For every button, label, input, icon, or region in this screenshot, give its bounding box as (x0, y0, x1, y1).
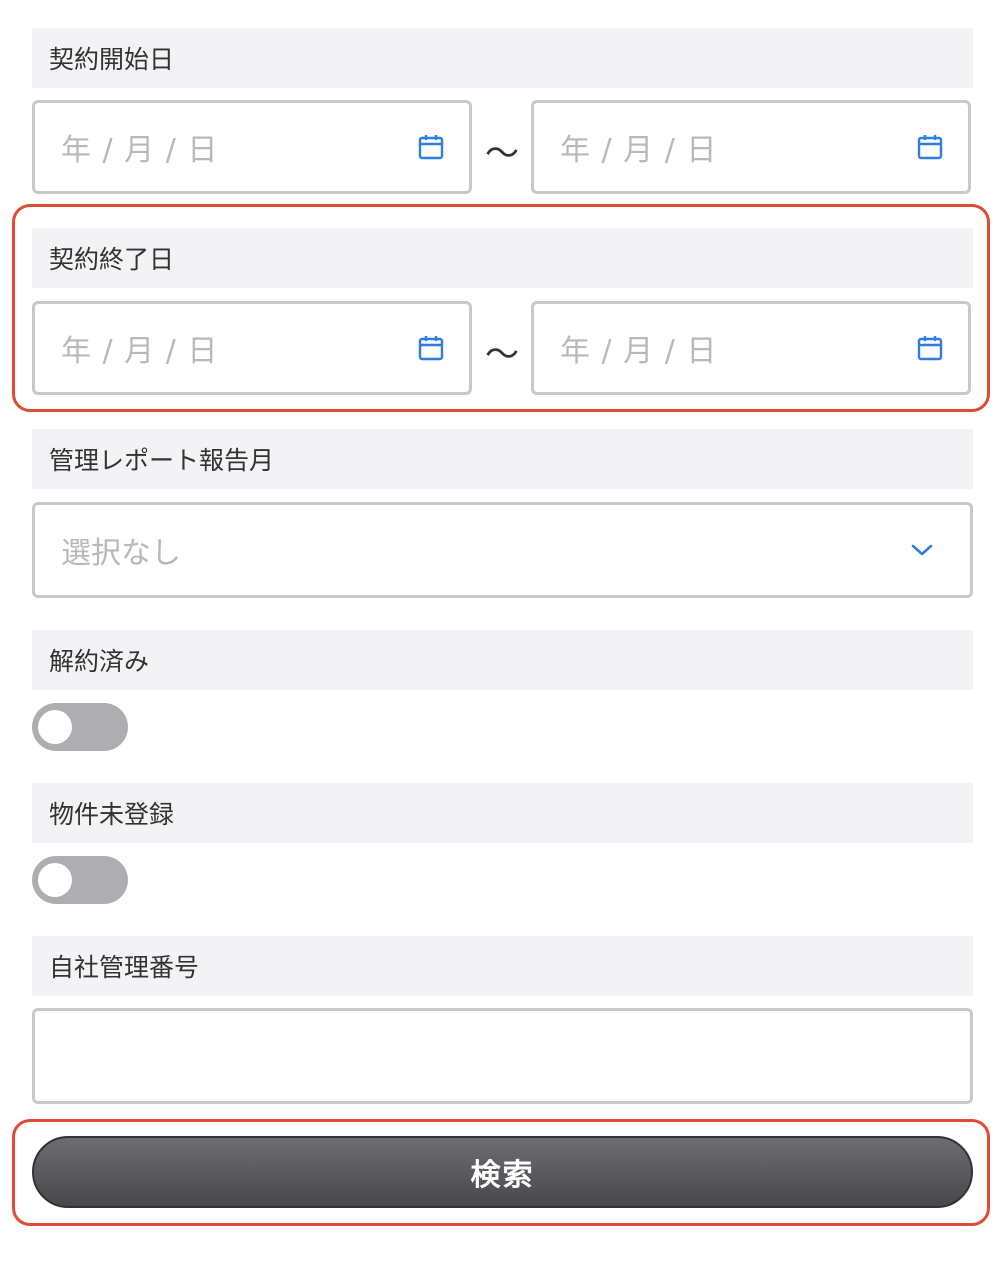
contract-end-highlight-frame (12, 204, 990, 412)
unregistered-property-label: 物件未登録 (32, 783, 973, 843)
cancelled-toggle[interactable] (32, 703, 128, 751)
internal-number-input[interactable] (32, 1008, 973, 1104)
unregistered-property-toggle[interactable] (32, 856, 128, 904)
chevron-down-icon (911, 544, 933, 556)
search-button-highlight-frame (12, 1119, 990, 1226)
date-placeholder: 年 / 月 / 日 (61, 133, 219, 168)
date-placeholder: 年 / 月 / 日 (560, 133, 718, 168)
calendar-icon[interactable] (916, 133, 944, 161)
toggle-knob (38, 863, 72, 897)
calendar-icon[interactable] (417, 133, 445, 161)
toggle-knob (38, 710, 72, 744)
select-value: 選択なし (61, 536, 181, 571)
cancelled-label: 解約済み (32, 630, 973, 690)
report-month-label: 管理レポート報告月 (32, 429, 973, 489)
report-month-select[interactable]: 選択なし (32, 502, 973, 598)
contract-start-to-date[interactable]: 年 / 月 / 日 (531, 100, 971, 194)
contract-start-label: 契約開始日 (32, 28, 973, 88)
date-range-separator: 〜 (485, 134, 519, 174)
internal-number-label: 自社管理番号 (32, 936, 973, 996)
contract-start-from-date[interactable]: 年 / 月 / 日 (32, 100, 472, 194)
